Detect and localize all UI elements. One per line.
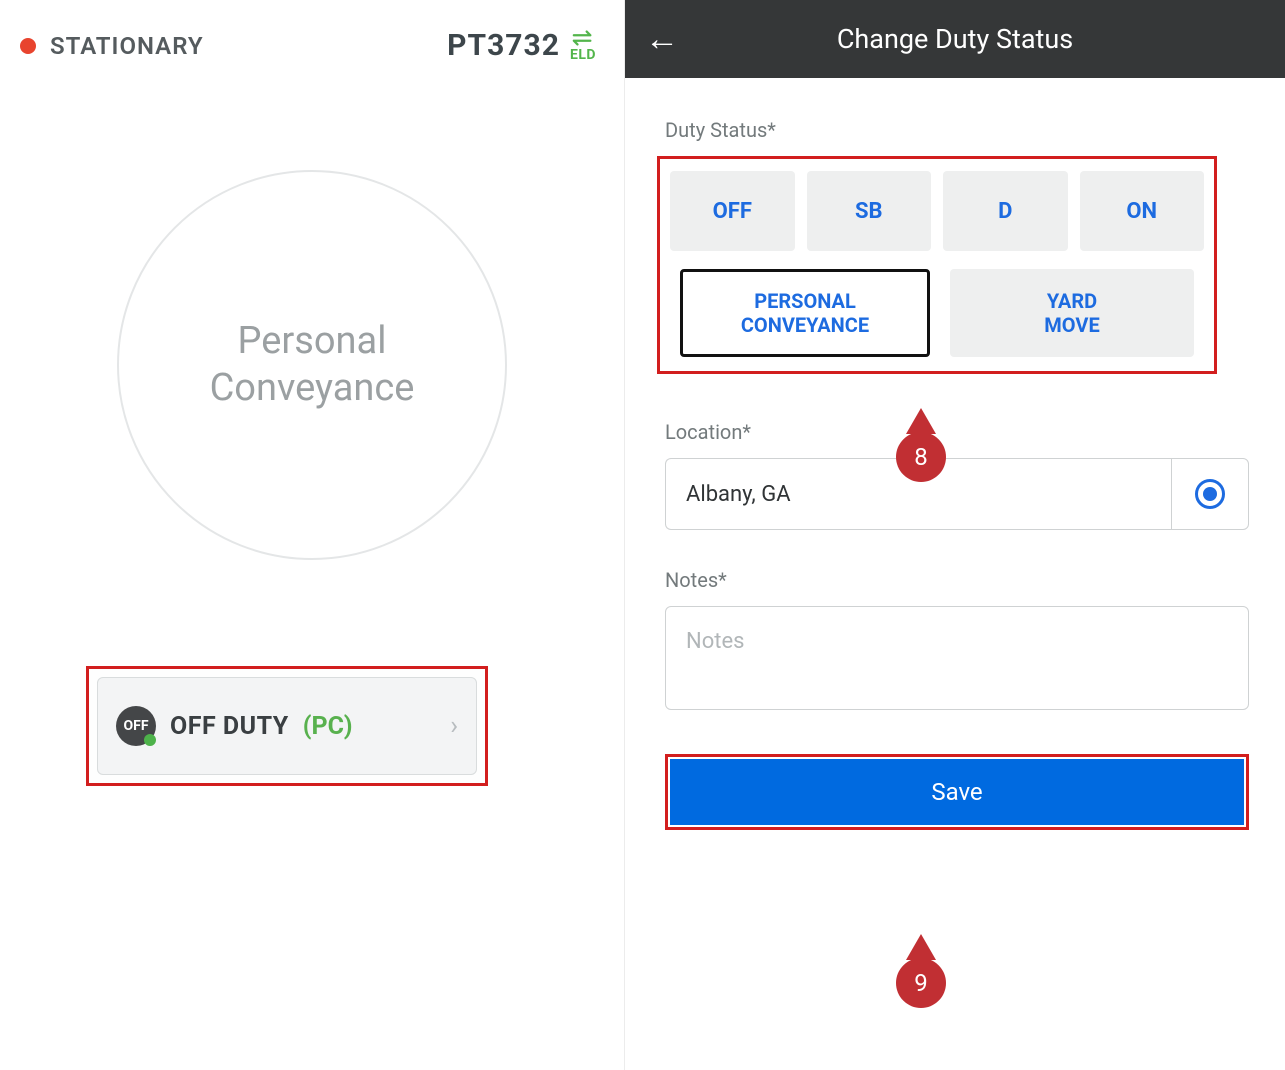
duty-status-circle-area: Personal Conveyance <box>0 170 624 560</box>
change-status-form: Duty Status* OFF SB D ON PERSONAL CONVEY… <box>625 78 1285 830</box>
motion-status-dot-icon <box>20 38 36 54</box>
status-options-row1: OFF SB D ON <box>670 171 1204 251</box>
pin-9-number: 9 <box>914 969 928 997</box>
pin-icon: 9 <box>896 958 946 1008</box>
status-option-sb[interactable]: SB <box>807 171 932 251</box>
location-block: Location* Albany, GA <box>665 420 1249 530</box>
location-value: Albany, GA <box>686 482 791 507</box>
notes-label: Notes* <box>665 568 1249 592</box>
chevron-right-icon: › <box>450 711 458 741</box>
annotation-pin-9: 9 <box>896 942 946 1008</box>
duty-status-circle[interactable]: Personal Conveyance <box>117 170 507 560</box>
vehicle-motion-status: STATIONARY <box>20 32 204 60</box>
home-status-screen: STATIONARY PT3732 ELD Personal Conveyanc… <box>0 0 625 1070</box>
notes-placeholder-text: Notes <box>686 629 744 654</box>
vehicle-id-block: PT3732 ELD <box>447 28 596 63</box>
radio-selected-icon <box>1195 479 1225 509</box>
off-duty-text: OFF DUTY <box>170 712 289 741</box>
off-duty-badge-icon: OFF <box>116 706 156 746</box>
status-options-row2: PERSONAL CONVEYANCE YARD MOVE <box>670 269 1204 357</box>
off-badge-text: OFF <box>123 718 148 734</box>
pin-8-number: 8 <box>914 443 928 471</box>
eld-label: ELD <box>570 47 596 63</box>
change-status-header: ← Change Duty Status <box>625 0 1285 78</box>
highlighted-current-status-row: OFF OFF DUTY (PC) › <box>86 666 488 786</box>
vehicle-id-label: PT3732 <box>447 28 560 63</box>
change-duty-status-screen: ← Change Duty Status Duty Status* OFF SB… <box>625 0 1285 1070</box>
status-option-yard-move[interactable]: YARD MOVE <box>950 269 1194 357</box>
status-option-off[interactable]: OFF <box>670 171 795 251</box>
home-header: STATIONARY PT3732 ELD <box>0 0 624 63</box>
annotation-pin-8: 8 <box>896 416 946 482</box>
swap-horizontal-icon <box>572 29 594 47</box>
pc-tag-text: (PC) <box>303 712 353 741</box>
status-option-on[interactable]: ON <box>1080 171 1205 251</box>
duty-status-circle-text: Personal Conveyance <box>210 318 415 413</box>
status-option-personal-conveyance[interactable]: PERSONAL CONVEYANCE <box>680 269 930 357</box>
status-active-dot-icon <box>144 734 156 746</box>
pin-icon: 8 <box>896 432 946 482</box>
status-option-d[interactable]: D <box>943 171 1068 251</box>
save-button[interactable]: Save <box>670 759 1244 825</box>
notes-input[interactable]: Notes <box>665 606 1249 710</box>
eld-connection-indicator[interactable]: ELD <box>570 29 596 63</box>
highlighted-duty-status-options: OFF SB D ON PERSONAL CONVEYANCE YARD MOV… <box>657 156 1217 374</box>
motion-status-label: STATIONARY <box>50 32 204 60</box>
location-label: Location* <box>665 420 1249 444</box>
highlighted-save-button: Save <box>665 754 1249 830</box>
use-current-location-button[interactable] <box>1171 458 1249 530</box>
duty-status-label: Duty Status* <box>665 118 1249 142</box>
page-title: Change Duty Status <box>625 23 1285 55</box>
location-row: Albany, GA <box>665 458 1249 530</box>
current-status-button[interactable]: OFF OFF DUTY (PC) › <box>97 677 477 775</box>
notes-block: Notes* Notes <box>665 568 1249 710</box>
